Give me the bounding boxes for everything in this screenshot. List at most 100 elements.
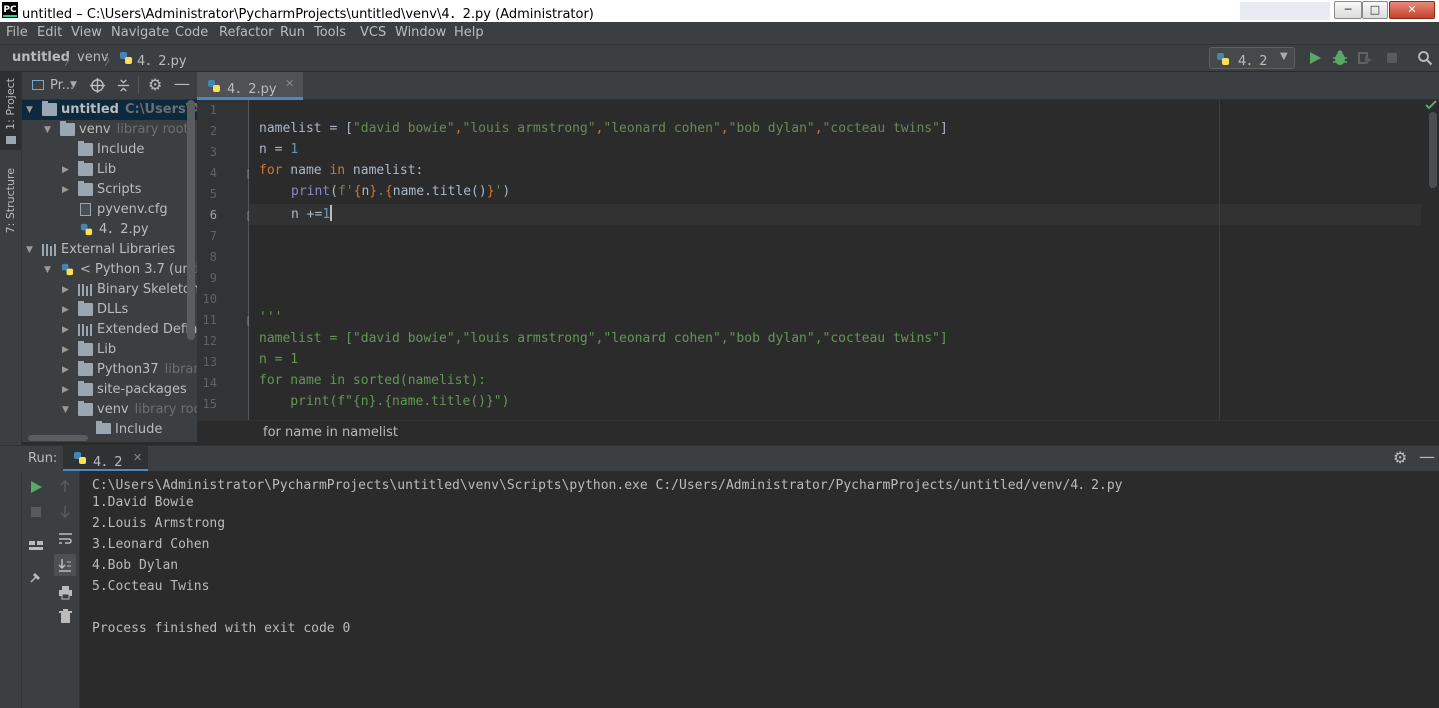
run-configuration-select[interactable]: 4．2 ▼ (1209, 47, 1295, 69)
tree-label: venv (97, 402, 129, 417)
minimize-button[interactable]: ─ (1334, 1, 1362, 19)
tree-item-site-packages[interactable]: ▶ site-packages (22, 380, 197, 400)
menu-code[interactable]: Code (175, 25, 208, 40)
tree-label: DLLs (97, 302, 129, 317)
breadcrumb-separator-icon: 〉 (104, 54, 118, 69)
locate-file-icon[interactable] (90, 78, 105, 93)
gear-icon[interactable]: ⚙ (148, 75, 162, 94)
tree-item-python-file[interactable]: 4．2.py (22, 220, 197, 240)
arrow-up-icon[interactable] (58, 479, 72, 493)
run-icon[interactable] (1307, 50, 1323, 66)
scroll-thumb[interactable] (28, 435, 88, 441)
project-panel-header: Pr... ▼ ⚙ — (22, 72, 197, 100)
menu-edit[interactable]: Edit (37, 25, 62, 40)
editor-tab[interactable]: 4．2.py ✕ (197, 72, 303, 100)
collapsed-arrow-icon[interactable]: ▶ (62, 320, 69, 340)
code-breadcrumb[interactable]: for name in namelist (263, 425, 398, 440)
trash-icon[interactable] (58, 609, 73, 624)
folder-icon (78, 381, 93, 396)
pycharm-logo-icon: PC (2, 2, 18, 18)
structure-tool-tab[interactable]: 7: Structure (4, 168, 17, 233)
menu-view[interactable]: View (71, 25, 102, 40)
breadcrumb-project[interactable]: untitled (12, 50, 70, 65)
code-token: name (282, 163, 330, 178)
menu-navigate[interactable]: Navigate (111, 25, 169, 40)
hide-panel-icon[interactable]: — (174, 74, 190, 93)
tree-item-python37[interactable]: ▶ Python37 library (22, 360, 197, 380)
tree-item-lib[interactable]: ▶ Lib (22, 160, 197, 180)
menu-refactor[interactable]: Refactor (219, 25, 274, 40)
menu-file[interactable]: File (6, 25, 28, 40)
search-icon[interactable] (1417, 50, 1433, 66)
tree-hint: library (164, 362, 197, 377)
pin-icon[interactable] (28, 569, 44, 585)
collapsed-arrow-icon[interactable]: ▶ (62, 180, 69, 200)
chevron-down-icon[interactable]: ▼ (70, 80, 77, 90)
maximize-button[interactable]: □ (1362, 1, 1388, 19)
project-tree-horizontal-scrollbar[interactable] (22, 434, 197, 442)
collapsed-arrow-icon[interactable]: ▶ (62, 340, 69, 360)
breadcrumb-file[interactable]: 4．2.py (137, 50, 187, 69)
tree-item-external-libraries[interactable]: ▼ External Libraries (22, 240, 197, 260)
tree-item-lib-2[interactable]: ▶ Lib (22, 340, 197, 360)
collapsed-arrow-icon[interactable]: ▶ (62, 300, 69, 320)
arrow-down-icon[interactable] (58, 505, 72, 519)
tree-item-venv-2[interactable]: ▼ venv library root (22, 400, 197, 420)
folder-icon (78, 181, 93, 196)
debug-icon[interactable] (1332, 50, 1348, 66)
menu-help[interactable]: Help (454, 25, 484, 40)
run-with-coverage-icon[interactable] (1357, 50, 1373, 66)
collapsed-arrow-icon[interactable]: ▶ (62, 360, 69, 380)
collapse-all-icon[interactable] (116, 78, 131, 93)
bottom-left-strip (0, 471, 22, 708)
menu-window[interactable]: Window (395, 25, 446, 40)
code-token: , (454, 121, 463, 136)
collapsed-arrow-icon[interactable]: ▶ (62, 380, 69, 400)
tree-item-dlls[interactable]: ▶ DLLs (22, 300, 197, 320)
close-tab-icon[interactable]: ✕ (133, 451, 142, 464)
tree-item-extended-definitions[interactable]: ▶ Extended Definiti (22, 320, 197, 340)
console-line: C:\Users\Administrator\PycharmProjects\u… (92, 478, 1123, 493)
expanded-arrow-icon[interactable]: ▼ (62, 400, 69, 420)
keyword-token: for (259, 163, 283, 178)
scroll-to-end-button[interactable] (54, 554, 76, 576)
menu-vcs[interactable]: VCS (360, 25, 386, 40)
close-button[interactable]: ✕ (1389, 1, 1435, 19)
stop-icon[interactable] (1384, 50, 1400, 66)
expanded-arrow-icon[interactable]: ▼ (26, 240, 33, 260)
tree-item-untitled[interactable]: ▼ untitledC:\Users\Adm (22, 100, 197, 120)
tree-item-scripts[interactable]: ▶ Scripts (22, 180, 197, 200)
run-tab[interactable]: 4．2 ✕ (63, 446, 148, 472)
close-tab-icon[interactable]: ✕ (285, 77, 294, 90)
run-console[interactable]: C:\Users\Administrator\PycharmProjects\u… (80, 471, 1439, 708)
expanded-arrow-icon[interactable]: ▼ (44, 120, 51, 140)
print-icon[interactable] (58, 585, 73, 600)
project-tree-scrollbar[interactable] (187, 100, 195, 340)
gear-icon[interactable]: ⚙ (1393, 448, 1407, 467)
collapsed-arrow-icon[interactable]: ▶ (62, 160, 69, 180)
expanded-arrow-icon[interactable]: ▼ (44, 260, 51, 280)
library-icon (42, 244, 56, 256)
code-token: n = (259, 142, 291, 157)
code-token: { (384, 184, 393, 199)
collapsed-arrow-icon[interactable]: ▶ (62, 280, 69, 300)
expanded-arrow-icon[interactable]: ▼ (26, 100, 33, 120)
tree-label: External Libraries (61, 242, 176, 257)
code-token: namelist: (345, 163, 424, 178)
no-problems-check-icon[interactable] (1425, 100, 1437, 110)
hide-panel-icon[interactable]: — (1419, 447, 1435, 466)
folder-icon (78, 361, 93, 376)
line-number: 5 (209, 187, 217, 201)
stop-icon[interactable] (28, 504, 44, 520)
menu-tools[interactable]: Tools (314, 25, 346, 40)
tree-item-venv[interactable]: ▼ venv library root (22, 120, 197, 140)
soft-wrap-icon[interactable] (58, 531, 73, 546)
menu-run[interactable]: Run (280, 25, 305, 40)
tree-item-include[interactable]: Include (22, 140, 197, 160)
layout-icon[interactable] (28, 537, 44, 553)
rerun-icon[interactable] (28, 479, 44, 495)
tree-item-binary-skeletons[interactable]: ▶ Binary Skeletons (22, 280, 197, 300)
editor-scrollbar[interactable] (1429, 112, 1437, 188)
tree-item-pyvenv[interactable]: pyvenv.cfg (22, 200, 197, 220)
tree-item-python-sdk[interactable]: ▼ < Python 3.7 (untitle (22, 260, 197, 280)
